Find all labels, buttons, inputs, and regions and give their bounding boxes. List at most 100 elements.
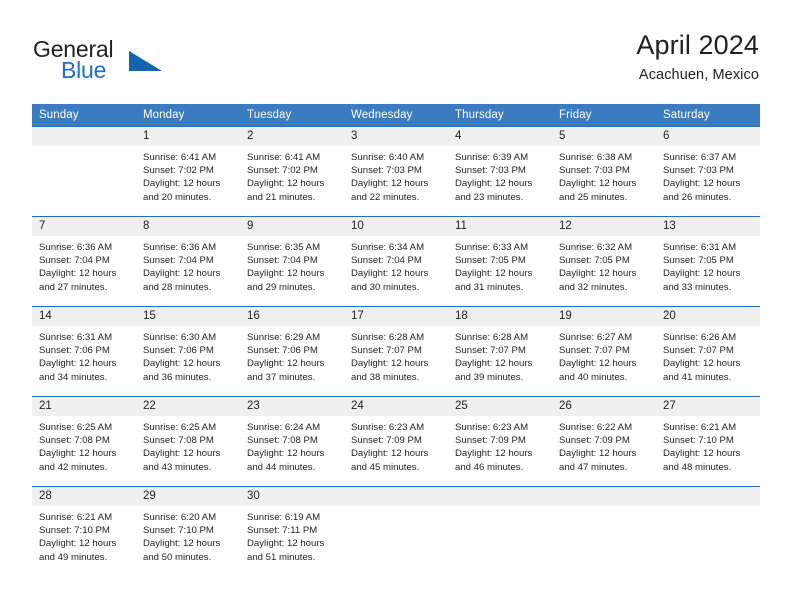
calendar-day-cell[interactable]: 5 Sunrise: 6:38 AM Sunset: 7:03 PM Daylight… [552,126,656,217]
calendar-day-cell[interactable]: 12 Sunrise: 6:32 AM Sunset: 7:05 PM Dayligh… [552,216,656,307]
day-number [32,127,136,146]
sunrise-text: Sunrise: 6:27 AM [559,332,633,343]
calendar-day-cell[interactable]: 15 Sunrise: 6:30 AM Sunset: 7:06 PM Dayligh… [136,306,240,397]
day-number: 15 [136,307,240,326]
daylight-text: and 31 minutes. [455,281,524,293]
day-number [552,487,656,506]
sunset-text: Sunset: 7:02 PM [247,165,318,177]
daylight-text: and 49 minutes. [39,551,108,563]
calendar-day-cell[interactable]: 26 Sunrise: 6:22 AM Sunset: 7:09 PM Dayligh… [552,396,656,487]
calendar-day-cell[interactable]: 23 Sunrise: 6:24 AM Sunset: 7:08 PM Dayligh… [240,396,344,487]
calendar-day-cell[interactable]: 25 Sunrise: 6:23 AM Sunset: 7:09 PM Dayligh… [448,396,552,487]
calendar-day-cell[interactable]: 24 Sunrise: 6:23 AM Sunset: 7:09 PM Dayligh… [344,396,448,487]
daylight-text: and 46 minutes. [455,461,524,473]
daylight-text: Daylight: 12 hours [39,448,117,460]
day-details: Sunrise: 6:30 AM Sunset: 7:06 PM Daylight:… [136,326,240,384]
day-number: 6 [656,127,760,146]
daylight-text: Daylight: 12 hours [143,448,221,460]
calendar-day-cell[interactable]: 1 Sunrise: 6:41 AM Sunset: 7:02 PM Daylight… [136,126,240,217]
daylight-text: Daylight: 12 hours [143,178,221,190]
sunset-text: Sunset: 7:09 PM [559,435,630,447]
weekday-header-friday: Friday [552,104,656,127]
calendar-day-cell[interactable]: 29 Sunrise: 6:20 AM Sunset: 7:10 PM Dayligh… [136,486,240,576]
sunset-text: Sunset: 7:08 PM [143,435,214,447]
sunset-text: Sunset: 7:09 PM [455,435,526,447]
sunrise-text: Sunrise: 6:26 AM [663,332,737,343]
daylight-text: and 26 minutes. [663,191,732,203]
calendar-day-cell[interactable]: 17 Sunrise: 6:28 AM Sunset: 7:07 PM Dayligh… [344,306,448,397]
day-number: 22 [136,397,240,416]
sunrise-text: Sunrise: 6:35 AM [247,242,321,253]
sunrise-text: Sunrise: 6:20 AM [143,512,217,523]
day-number: 23 [240,397,344,416]
calendar-day-cell[interactable]: 18 Sunrise: 6:28 AM Sunset: 7:07 PM Dayligh… [448,306,552,397]
calendar-day-cell-empty [32,126,136,217]
sunset-text: Sunset: 7:04 PM [351,255,422,267]
sunset-text: Sunset: 7:03 PM [455,165,526,177]
daylight-text: Daylight: 12 hours [247,358,325,370]
sunrise-text: Sunrise: 6:39 AM [455,152,529,163]
calendar-day-cell[interactable]: 28 Sunrise: 6:21 AM Sunset: 7:10 PM Dayligh… [32,486,136,576]
calendar-day-cell[interactable]: 16 Sunrise: 6:29 AM Sunset: 7:06 PM Dayligh… [240,306,344,397]
calendar-day-cell[interactable]: 21 Sunrise: 6:25 AM Sunset: 7:08 PM Dayligh… [32,396,136,487]
day-details: Sunrise: 6:38 AM Sunset: 7:03 PM Daylight:… [552,146,656,204]
day-number: 26 [552,397,656,416]
calendar-day-cell[interactable]: 8 Sunrise: 6:36 AM Sunset: 7:04 PM Daylight… [136,216,240,307]
calendar-day-cell[interactable]: 14 Sunrise: 6:31 AM Sunset: 7:06 PM Dayligh… [32,306,136,397]
daylight-text: and 33 minutes. [663,281,732,293]
daylight-text: Daylight: 12 hours [39,358,117,370]
day-number: 9 [240,217,344,236]
calendar-day-cell[interactable]: 27 Sunrise: 6:21 AM Sunset: 7:10 PM Dayligh… [656,396,760,487]
calendar-day-cell[interactable]: 10 Sunrise: 6:34 AM Sunset: 7:04 PM Dayligh… [344,216,448,307]
sunrise-text: Sunrise: 6:41 AM [143,152,217,163]
daylight-text: and 20 minutes. [143,191,212,203]
calendar-day-cell[interactable]: 22 Sunrise: 6:25 AM Sunset: 7:08 PM Dayligh… [136,396,240,487]
day-number: 30 [240,487,344,506]
calendar-day-cell[interactable]: 13 Sunrise: 6:31 AM Sunset: 7:05 PM Dayligh… [656,216,760,307]
daylight-text: and 34 minutes. [39,371,108,383]
day-number: 25 [448,397,552,416]
sunrise-text: Sunrise: 6:30 AM [143,332,217,343]
sunrise-text: Sunrise: 6:28 AM [351,332,425,343]
calendar-week-row: 14 Sunrise: 6:31 AM Sunset: 7:06 PM Dayligh… [32,306,760,397]
daylight-text: and 37 minutes. [247,371,316,383]
sunrise-text: Sunrise: 6:25 AM [143,422,217,433]
calendar-table: Sunday Monday Tuesday Wednesday Thursday Frid… [32,104,760,576]
day-details: Sunrise: 6:19 AM Sunset: 7:11 PM Daylight:… [240,506,344,564]
daylight-text: Daylight: 12 hours [247,268,325,280]
sunset-text: Sunset: 7:08 PM [39,435,110,447]
day-details: Sunrise: 6:29 AM Sunset: 7:06 PM Daylight:… [240,326,344,384]
sunrise-text: Sunrise: 6:24 AM [247,422,321,433]
calendar-day-cell[interactable]: 3 Sunrise: 6:40 AM Sunset: 7:03 PM Daylight… [344,126,448,217]
day-number: 29 [136,487,240,506]
brand-logo[interactable]: General Blue [33,36,223,90]
calendar-day-cell[interactable]: 2 Sunrise: 6:41 AM Sunset: 7:02 PM Daylight… [240,126,344,217]
sunset-text: Sunset: 7:07 PM [351,345,422,357]
day-number: 10 [344,217,448,236]
page-title: April 2024 [636,30,759,60]
calendar-day-cell[interactable]: 7 Sunrise: 6:36 AM Sunset: 7:04 PM Daylight… [32,216,136,307]
sunset-text: Sunset: 7:07 PM [559,345,630,357]
daylight-text: and 50 minutes. [143,551,212,563]
calendar-day-cell[interactable]: 20 Sunrise: 6:26 AM Sunset: 7:07 PM Dayligh… [656,306,760,397]
daylight-text: Daylight: 12 hours [559,268,637,280]
calendar-day-cell[interactable]: 11 Sunrise: 6:33 AM Sunset: 7:05 PM Dayligh… [448,216,552,307]
day-details: Sunrise: 6:41 AM Sunset: 7:02 PM Daylight:… [240,146,344,204]
calendar-day-cell[interactable]: 19 Sunrise: 6:27 AM Sunset: 7:07 PM Dayligh… [552,306,656,397]
day-number: 21 [32,397,136,416]
daylight-text: and 28 minutes. [143,281,212,293]
daylight-text: Daylight: 12 hours [663,268,741,280]
sunset-text: Sunset: 7:06 PM [39,345,110,357]
calendar-day-cell[interactable]: 30 Sunrise: 6:19 AM Sunset: 7:11 PM Dayligh… [240,486,344,576]
calendar-day-cell[interactable]: 6 Sunrise: 6:37 AM Sunset: 7:03 PM Daylight… [656,126,760,217]
daylight-text: and 25 minutes. [559,191,628,203]
sunrise-text: Sunrise: 6:29 AM [247,332,321,343]
sunrise-text: Sunrise: 6:37 AM [663,152,737,163]
calendar-day-cell[interactable]: 9 Sunrise: 6:35 AM Sunset: 7:04 PM Daylight… [240,216,344,307]
day-details: Sunrise: 6:32 AM Sunset: 7:05 PM Daylight:… [552,236,656,294]
sunset-text: Sunset: 7:03 PM [351,165,422,177]
calendar-day-cell[interactable]: 4 Sunrise: 6:39 AM Sunset: 7:03 PM Daylight… [448,126,552,217]
sunrise-text: Sunrise: 6:41 AM [247,152,321,163]
daylight-text: Daylight: 12 hours [39,268,117,280]
day-number: 13 [656,217,760,236]
